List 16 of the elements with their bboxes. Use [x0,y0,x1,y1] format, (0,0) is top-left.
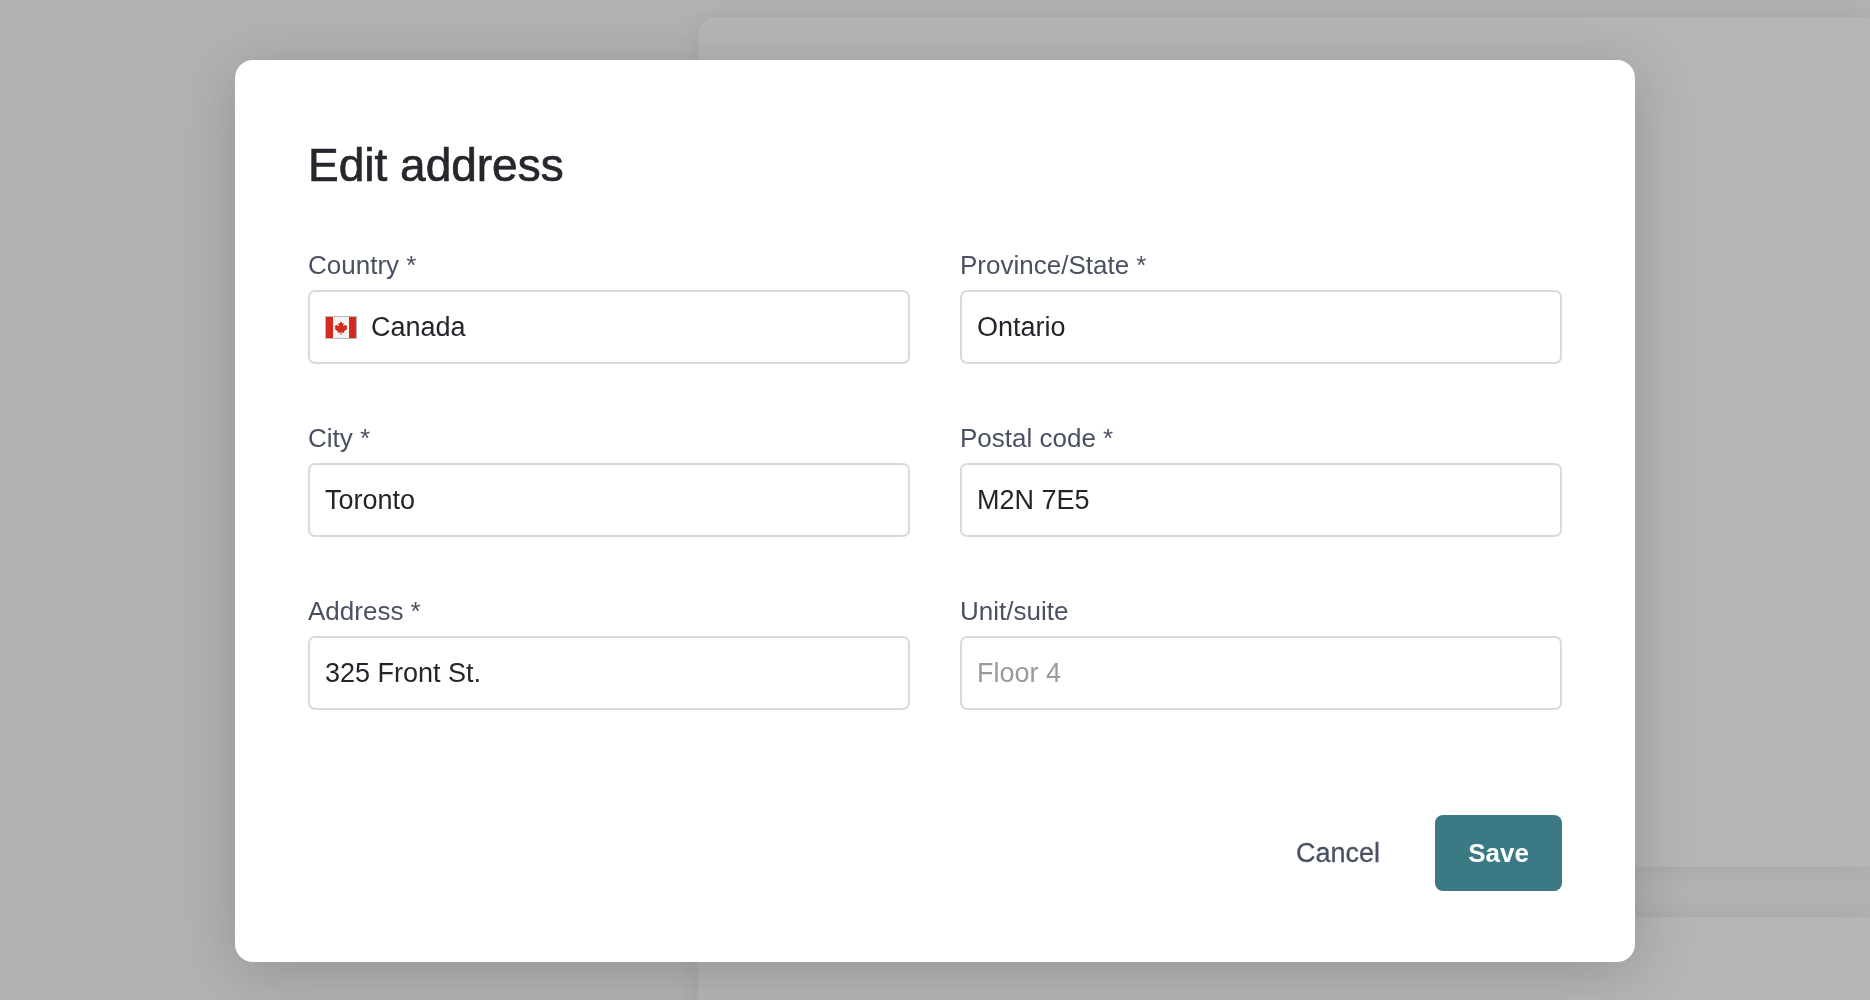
cancel-button[interactable]: Cancel [1268,815,1407,891]
field-label: Unit/suite [960,595,1069,628]
save-button[interactable]: Save [1435,815,1562,891]
field-label: Postal code * [960,422,1114,455]
input-field[interactable]: Floor 4 [960,636,1562,710]
field-label: Province/State * [960,249,1147,282]
input-field[interactable]: Toronto [308,463,910,537]
field-label: Address * [308,595,421,628]
field-label: City * [308,422,371,455]
flag-icon [325,315,357,339]
country-field[interactable]: Canada [308,290,910,364]
field-label: Country * [308,249,417,282]
input-field[interactable]: M2N 7E5 [960,463,1562,537]
input-field[interactable]: Ontario [960,290,1562,364]
input-field[interactable]: 325 Front St. [308,636,910,710]
dialog-title: Edit address [308,138,564,193]
